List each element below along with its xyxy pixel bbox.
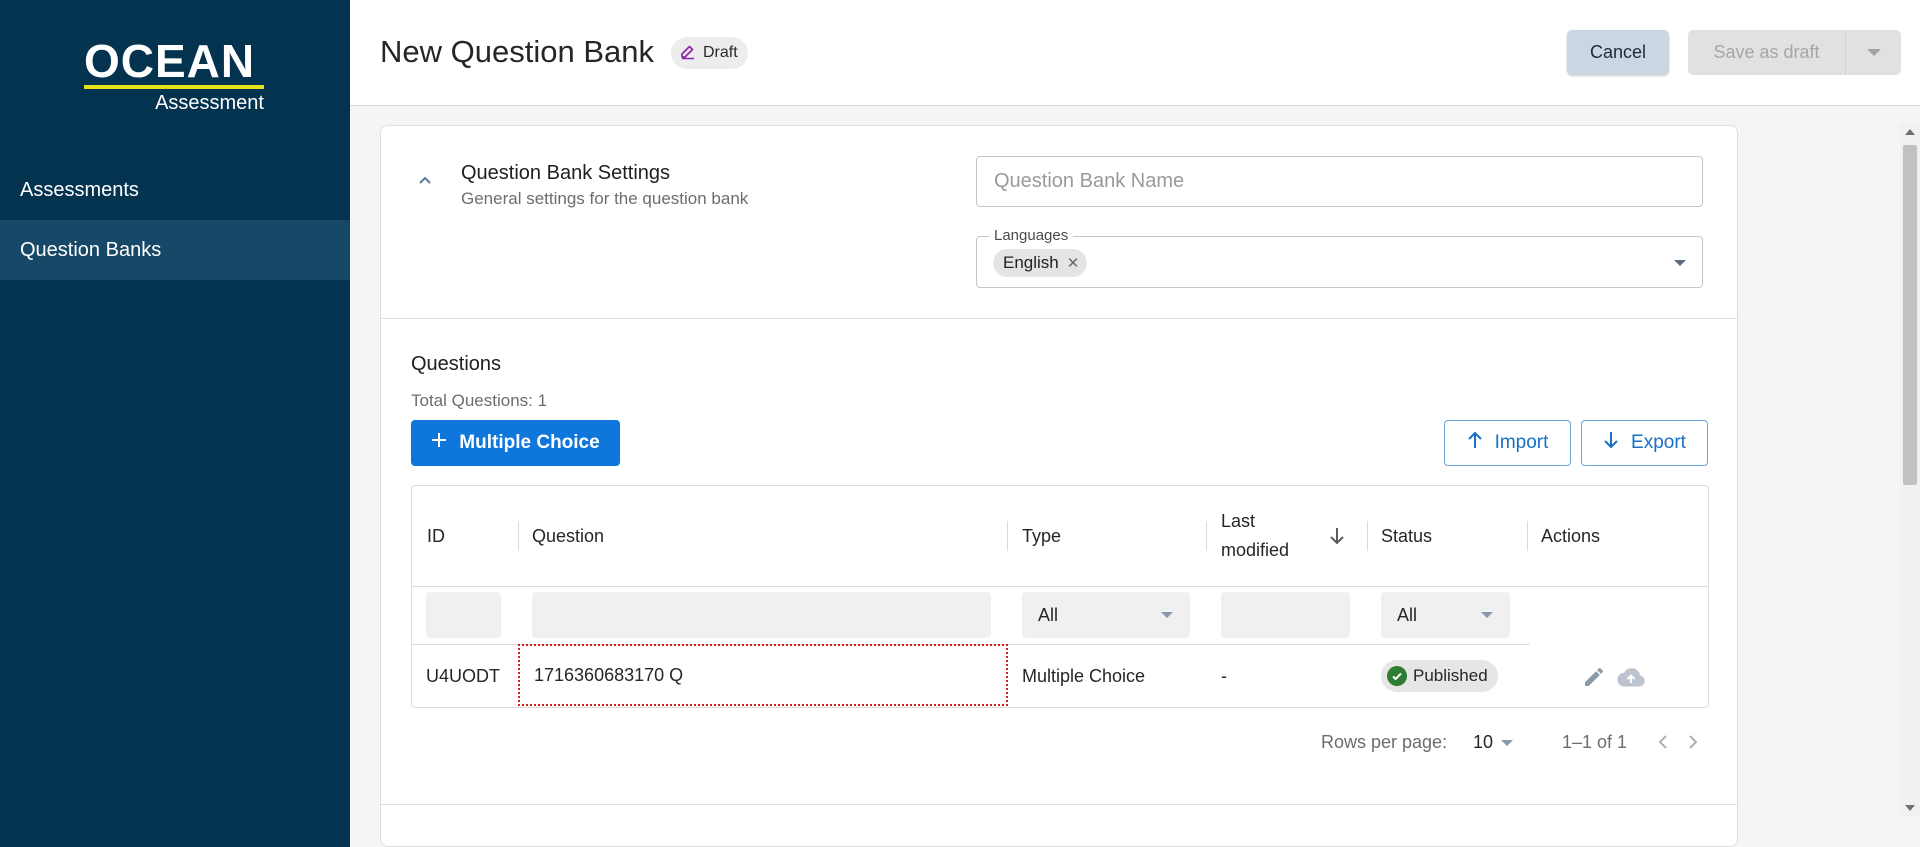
add-multiple-choice-label: Multiple Choice: [459, 432, 600, 453]
status-filter-select[interactable]: All: [1381, 592, 1510, 638]
draft-status-chip: Draft: [671, 37, 748, 69]
sidebar-nav: Assessments Question Banks: [0, 160, 350, 280]
cloud-upload-icon[interactable]: [1616, 664, 1646, 690]
logo-tagline: Assessment: [155, 92, 264, 114]
last-modified-filter-input[interactable]: [1221, 592, 1350, 638]
type-filter-select[interactable]: All: [1022, 592, 1190, 638]
column-header-actions: Actions: [1541, 525, 1601, 546]
pencil-edit-icon: [679, 42, 697, 65]
question-bank-name-input[interactable]: [976, 156, 1703, 207]
edit-pencil-icon[interactable]: [1579, 664, 1609, 690]
status-badge-label: Published: [1413, 666, 1488, 685]
languages-select[interactable]: Languages English ✕: [976, 227, 1703, 288]
scroll-up-arrow-icon[interactable]: [1905, 129, 1915, 135]
settings-title: Question Bank Settings: [461, 162, 671, 184]
language-chip-label: English: [1003, 253, 1059, 272]
chevron-down-icon: [1866, 49, 1881, 56]
column-separator: [1527, 521, 1528, 551]
question-text-cell[interactable]: 1716360683170 Q: [518, 644, 1008, 706]
draft-status-label: Draft: [703, 44, 738, 61]
collapse-settings-button[interactable]: [415, 172, 435, 192]
status-filter-value: All: [1397, 604, 1418, 625]
export-button[interactable]: Export: [1581, 420, 1708, 466]
remove-language-icon[interactable]: ✕: [1067, 254, 1080, 272]
question-id-cell[interactable]: U4UODT: [426, 646, 500, 706]
export-label: Export: [1631, 432, 1686, 453]
main-scrollbar[interactable]: [1900, 123, 1920, 817]
check-circle-icon: [1387, 666, 1407, 686]
column-separator: [1206, 521, 1207, 551]
chevron-down-icon: [1161, 612, 1173, 618]
add-multiple-choice-button[interactable]: Multiple Choice: [411, 420, 620, 466]
question-bank-card: Question Bank Settings General settings …: [380, 125, 1738, 847]
page-header: New Question Bank Draft Cancel Save as d…: [350, 0, 1920, 106]
import-label: Import: [1494, 432, 1549, 453]
column-header-type[interactable]: Type: [1022, 486, 1061, 586]
last-modified-cell: -: [1221, 665, 1227, 686]
table-pagination: Rows per page: 10 1–1 of 1: [381, 728, 1711, 758]
save-as-draft-button[interactable]: Save as draft: [1688, 30, 1845, 75]
import-button[interactable]: Import: [1444, 420, 1571, 466]
section-divider: [381, 804, 1737, 805]
id-filter-input[interactable]: [426, 592, 501, 638]
column-header-status[interactable]: Status: [1381, 486, 1432, 586]
column-separator: [1007, 521, 1008, 551]
total-questions-count: Total Questions: 1: [411, 391, 548, 410]
column-header-question[interactable]: Question: [532, 486, 604, 586]
scroll-down-arrow-icon[interactable]: [1905, 805, 1915, 811]
pagination-range: 1–1 of 1: [1562, 732, 1628, 752]
column-header-id[interactable]: ID: [427, 486, 445, 586]
ocean-assessment-logo[interactable]: OCEAN Assessment: [84, 38, 266, 114]
chevron-down-icon[interactable]: [1674, 260, 1686, 266]
arrow-down-icon: [1603, 431, 1619, 455]
question-filter-input[interactable]: [532, 592, 991, 638]
arrow-up-icon: [1467, 431, 1483, 455]
type-filter-value: All: [1038, 604, 1059, 625]
header-divider: [412, 586, 1708, 587]
status-badge: Published: [1381, 660, 1498, 692]
previous-page-icon[interactable]: [1651, 730, 1675, 754]
save-options-dropdown-button[interactable]: [1845, 30, 1901, 75]
sidebar-item-assessments[interactable]: Assessments: [0, 160, 350, 220]
rows-per-page-label: Rows per page:: [1321, 732, 1448, 752]
scroll-thumb[interactable]: [1903, 145, 1917, 485]
languages-label: Languages: [989, 227, 1074, 244]
chevron-down-icon[interactable]: [1501, 740, 1513, 746]
questions-section-title: Questions: [411, 353, 502, 375]
chevron-up-icon: [415, 170, 435, 195]
column-header-last-modified[interactable]: Last modified: [1221, 486, 1311, 586]
question-type-cell: Multiple Choice: [1022, 665, 1146, 686]
column-separator: [1367, 521, 1368, 551]
next-page-icon[interactable]: [1681, 730, 1705, 754]
section-divider: [381, 318, 1737, 319]
column-separator: [518, 521, 519, 551]
logo-wordmark: OCEAN: [84, 35, 256, 87]
settings-subtitle: General settings for the question bank: [461, 189, 749, 208]
rows-per-page-select[interactable]: 10: [1473, 732, 1493, 753]
cancel-button[interactable]: Cancel: [1567, 30, 1669, 75]
sidebar: OCEAN Assessment Assessments Question Ba…: [0, 0, 350, 847]
sidebar-item-question-banks[interactable]: Question Banks: [0, 220, 350, 280]
plus-icon: [431, 432, 447, 454]
sort-descending-icon[interactable]: [1327, 525, 1347, 547]
language-chip-english: English ✕: [993, 249, 1088, 277]
page-title: New Question Bank: [380, 34, 654, 69]
chevron-down-icon: [1481, 612, 1493, 618]
questions-table: ID Question Type Last modified Status Ac…: [411, 485, 1709, 708]
